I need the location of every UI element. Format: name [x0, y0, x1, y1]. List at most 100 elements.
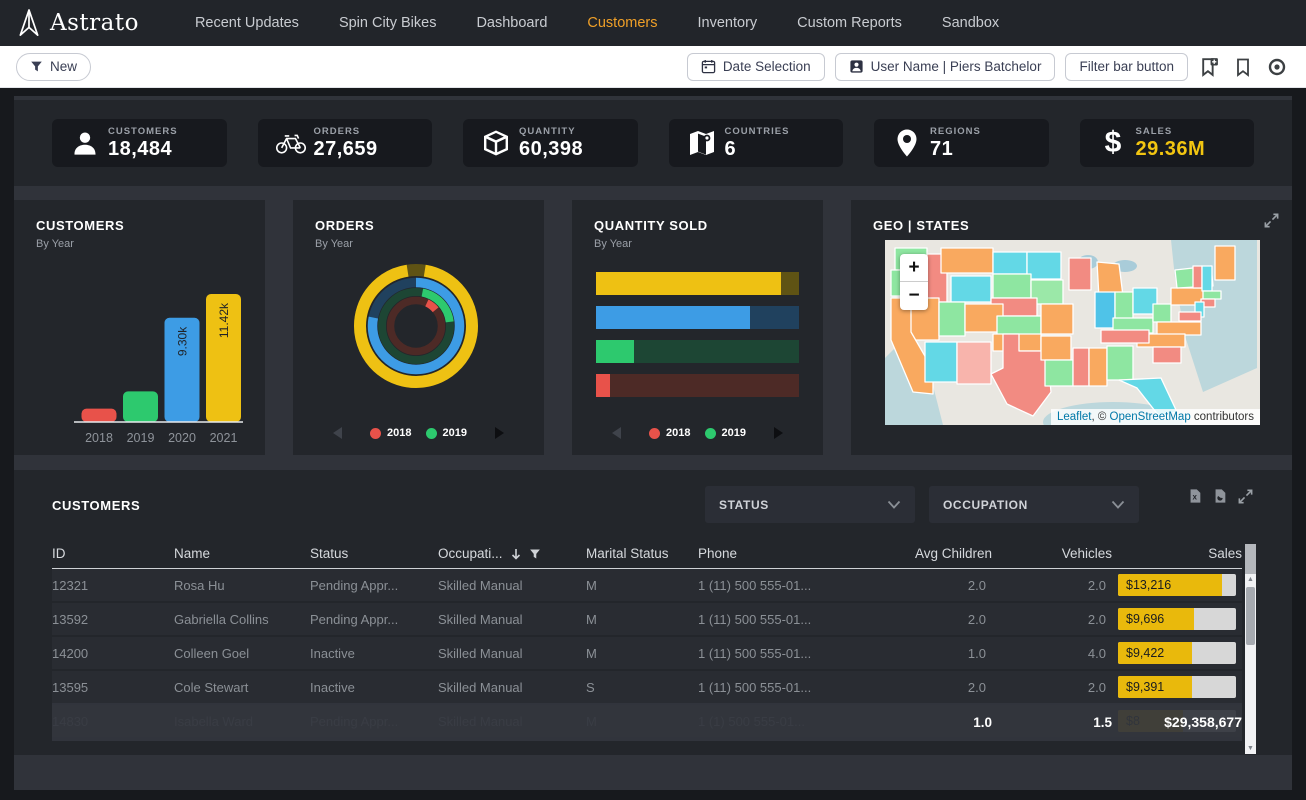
state-shape[interactable] [1203, 291, 1221, 299]
new-filter-chip[interactable]: New [16, 53, 91, 81]
state-shape[interactable] [941, 248, 993, 273]
radial-ring-chart[interactable] [341, 258, 491, 394]
state-shape[interactable] [1215, 246, 1235, 280]
export-doc-icon[interactable] [1212, 488, 1228, 510]
col-header-children[interactable]: Avg Children [874, 546, 992, 561]
nav-item-customers[interactable]: Customers [567, 0, 677, 46]
date-selection-button[interactable]: Date Selection [687, 53, 825, 81]
state-shape[interactable] [997, 316, 1041, 336]
state-shape[interactable] [1027, 252, 1061, 279]
brand-name: Astrato [50, 10, 139, 36]
state-shape[interactable] [1193, 266, 1202, 288]
legend-next-button[interactable] [495, 427, 504, 439]
bookmark-icon[interactable] [1230, 54, 1256, 80]
state-shape[interactable] [1069, 258, 1091, 290]
occupation-dropdown[interactable]: OCCUPATION [929, 486, 1139, 523]
expand-icon[interactable] [1263, 212, 1280, 234]
state-shape[interactable] [1041, 336, 1071, 360]
scroll-down-arrow[interactable]: ▼ [1245, 745, 1256, 752]
legend-item[interactable]: 2019 [426, 427, 467, 439]
kpi-card-countries[interactable]: COUNTRIES 6 [669, 119, 844, 167]
state-shape[interactable] [1045, 360, 1073, 386]
kpi-card-orders[interactable]: ORDERS 27,659 [258, 119, 433, 167]
scrollbar-track[interactable]: ▲ ▼ [1245, 574, 1256, 754]
nav-item-custom-reports[interactable]: Custom Reports [777, 0, 922, 46]
panel-title: GEO | STATES [873, 218, 1270, 233]
state-shape[interactable] [951, 276, 991, 302]
state-shape[interactable] [1101, 330, 1149, 343]
brand[interactable]: Astrato [16, 8, 139, 38]
state-shape[interactable] [1202, 266, 1212, 291]
kpi-card-quantity[interactable]: QUANTITY 60,398 [463, 119, 638, 167]
legend-prev-button[interactable] [333, 427, 342, 439]
leaflet-map[interactable]: + − [885, 240, 1260, 425]
kpi-card-regions[interactable]: REGIONS 71 [874, 119, 1049, 167]
state-shape[interactable] [1107, 346, 1133, 380]
state-shape[interactable] [993, 274, 1031, 298]
col-header-sales[interactable]: Sales [1112, 546, 1242, 561]
scrollbar-thumb[interactable] [1246, 587, 1255, 645]
state-shape[interactable] [1115, 292, 1133, 320]
zoom-out-button[interactable]: − [900, 282, 928, 310]
legend-item[interactable]: 2019 [705, 427, 746, 439]
panel-title: ORDERS [315, 218, 522, 233]
col-header-vehicles[interactable]: Vehicles [992, 546, 1112, 561]
nav-item-spin-city-bikes[interactable]: Spin City Bikes [319, 0, 457, 46]
bar-2019[interactable] [123, 391, 158, 422]
table-row[interactable]: 12321Rosa HuPending Appr... Skilled Manu… [52, 569, 1242, 603]
totals-vehicles: 1.5 [992, 715, 1112, 730]
col-header-phone[interactable]: Phone [698, 546, 874, 561]
user-name-button[interactable]: User Name | Piers Batchelor [835, 53, 1056, 81]
nav-item-recent-updates[interactable]: Recent Updates [175, 0, 319, 46]
col-header-marital[interactable]: Marital Status [586, 546, 698, 561]
state-shape[interactable] [1157, 322, 1201, 335]
legend-prev-button[interactable] [612, 427, 621, 439]
export-excel-icon[interactable] [1187, 488, 1203, 510]
state-shape[interactable] [1153, 304, 1171, 322]
legend-next-button[interactable] [774, 427, 783, 439]
qty-bar-2021[interactable] [596, 272, 799, 295]
kpi-card-customers[interactable]: CUSTOMERS 18,484 [52, 119, 227, 167]
status-dropdown[interactable]: STATUS [705, 486, 915, 523]
bar-2018[interactable] [82, 409, 117, 422]
state-shape[interactable] [1179, 312, 1201, 321]
col-header-name[interactable]: Name [174, 546, 310, 561]
kpi-card-sales[interactable]: SALES 29.36M [1080, 119, 1255, 167]
qty-bar-2018[interactable] [596, 374, 799, 397]
legend-item[interactable]: 2018 [370, 427, 411, 439]
legend-dot-2019 [705, 428, 716, 439]
qty-bar-2019[interactable] [596, 340, 799, 363]
table-row[interactable]: 13595Cole StewartInactive Skilled Manual… [52, 671, 1242, 705]
col-header-status[interactable]: Status [310, 546, 438, 561]
legend-item[interactable]: 2018 [649, 427, 690, 439]
bar-chart[interactable]: 9.30k11.42k2018201920202021 [36, 252, 243, 452]
col-header-id[interactable]: ID [52, 546, 174, 561]
col-header-occupation[interactable]: Occupati... [438, 546, 586, 561]
bookmark-add-icon[interactable] [1196, 54, 1222, 80]
state-shape[interactable] [1089, 348, 1107, 386]
qty-bar-2020[interactable] [596, 306, 799, 329]
nav-item-dashboard[interactable]: Dashboard [456, 0, 567, 46]
expand-icon[interactable] [1237, 488, 1254, 510]
table-row[interactable]: 14200Colleen GoelInactive Skilled Manual… [52, 637, 1242, 671]
filter-bar-button[interactable]: Filter bar button [1065, 53, 1188, 81]
state-shape[interactable] [939, 302, 965, 336]
table-row[interactable]: 13592Gabriella CollinsPending Appr... Sk… [52, 603, 1242, 637]
state-shape[interactable] [1153, 347, 1181, 363]
nav-item-sandbox[interactable]: Sandbox [922, 0, 1019, 46]
filter-funnel-icon[interactable] [529, 548, 541, 560]
zoom-in-button[interactable]: + [900, 254, 928, 282]
sales-databar: $9,391 [1118, 676, 1236, 698]
state-shape[interactable] [1095, 292, 1115, 328]
osm-link[interactable]: OpenStreetMap [1110, 411, 1191, 423]
sort-desc-icon[interactable] [510, 548, 522, 560]
scroll-up-arrow[interactable]: ▲ [1245, 576, 1256, 583]
state-shape[interactable] [925, 342, 957, 382]
nav-item-inventory[interactable]: Inventory [678, 0, 778, 46]
visibility-eye-icon[interactable] [1264, 54, 1290, 80]
state-shape[interactable] [1041, 304, 1073, 334]
state-shape[interactable] [957, 342, 991, 384]
leaflet-link[interactable]: Leaflet [1057, 411, 1092, 423]
state-shape[interactable] [993, 252, 1027, 274]
state-shape[interactable] [1073, 348, 1089, 386]
